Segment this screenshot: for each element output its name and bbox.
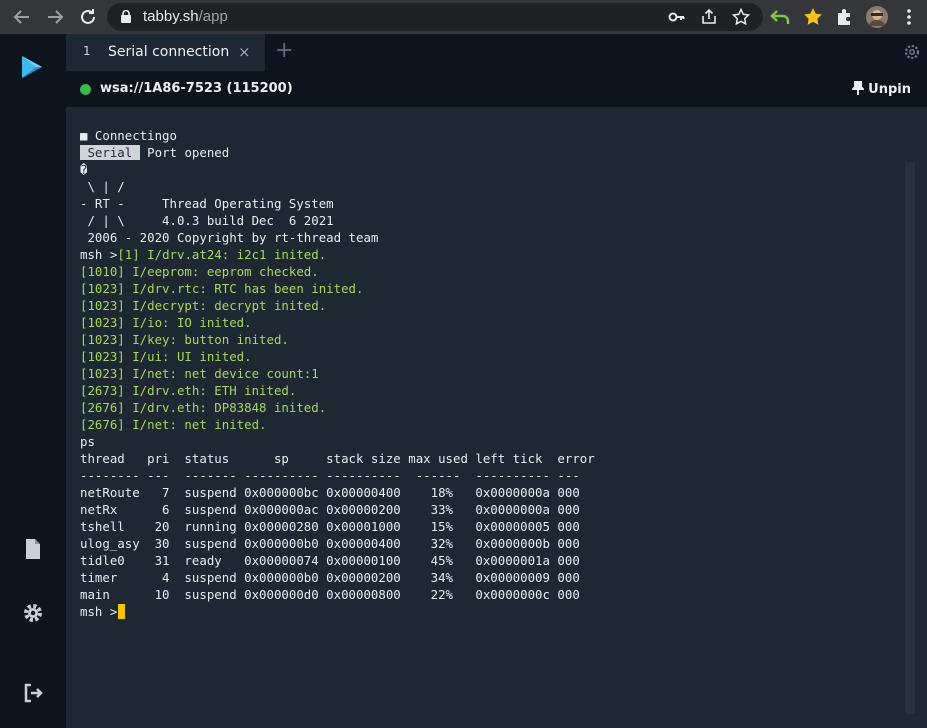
terminal-line: / | \ 4.0.3 build Dec 6 2021 bbox=[80, 212, 595, 229]
undo-extension-icon[interactable] bbox=[769, 5, 793, 29]
sign-out-icon[interactable] bbox=[21, 681, 45, 705]
serial-tag: Serial bbox=[80, 145, 140, 160]
key-icon[interactable] bbox=[667, 7, 687, 27]
menu-icon[interactable] bbox=[897, 5, 921, 29]
terminal-line: tidle0 31 ready 0x00000074 0x00000100 45… bbox=[80, 552, 595, 569]
terminal-line: thread pri status sp stack size max used… bbox=[80, 450, 595, 467]
terminal-text-segment: timer 4 suspend 0x000000b0 0x00000200 34… bbox=[80, 570, 580, 585]
terminal-line: msh > bbox=[80, 603, 595, 620]
terminal-output: ■ Connectingo Serial Port opened � \ | / -… bbox=[80, 127, 595, 620]
pin-icon bbox=[850, 81, 866, 95]
terminal-line: [1023] I/io: IO inited. bbox=[80, 314, 595, 331]
terminal-text-segment: msh > bbox=[80, 247, 118, 262]
terminal-line: main 10 suspend 0x000000d0 0x00000800 22… bbox=[80, 586, 595, 603]
lock-icon[interactable] bbox=[121, 10, 131, 23]
profile-avatar[interactable] bbox=[865, 5, 889, 29]
terminal-text-segment: tshell 20 running 0x00000280 0x00001000 … bbox=[80, 519, 580, 534]
forward-icon[interactable] bbox=[43, 5, 67, 29]
terminal-text-segment: -------- --- ------- ---------- --------… bbox=[80, 468, 580, 483]
tab-settings-icon[interactable] bbox=[903, 43, 921, 61]
file-icon[interactable] bbox=[21, 537, 45, 561]
terminal-text-segment: [1023] I/key: button inited. bbox=[80, 332, 289, 347]
tabby-app: 1 Serial connection × + wsa://1A86-7523 … bbox=[0, 34, 927, 728]
terminal-text-segment: main 10 suspend 0x000000d0 0x00000800 22… bbox=[80, 587, 580, 602]
connection-label: wsa://1A86-7523 (115200) bbox=[100, 81, 293, 96]
puzzle-icon[interactable] bbox=[833, 5, 857, 29]
terminal-scrollbar[interactable] bbox=[905, 162, 915, 714]
terminal-line: - RT - Thread Operating System bbox=[80, 195, 595, 212]
connection-status-dot bbox=[80, 84, 91, 95]
terminal-text-segment: - RT - Thread Operating System bbox=[80, 196, 334, 211]
terminal-line: timer 4 suspend 0x000000b0 0x00000200 34… bbox=[80, 569, 595, 586]
share-icon[interactable] bbox=[699, 7, 719, 27]
favorite-extension-icon[interactable] bbox=[801, 5, 825, 29]
sidebar bbox=[0, 34, 66, 728]
url-text: tabby.sh/app bbox=[143, 8, 228, 25]
terminal-line: ps bbox=[80, 433, 595, 450]
tabby-logo-icon[interactable] bbox=[18, 52, 48, 82]
tab-title: Serial connection bbox=[108, 44, 230, 60]
terminal-text-segment: tidle0 31 ready 0x00000074 0x00000100 45… bbox=[80, 553, 580, 568]
terminal[interactable]: ■ Connectingo Serial Port opened � \ | / -… bbox=[66, 107, 927, 728]
terminal-line: � bbox=[80, 161, 595, 178]
terminal-text-segment: [1023] I/net: net device count:1 bbox=[80, 366, 319, 381]
terminal-text-segment: netRx 6 suspend 0x000000ac 0x00000200 33… bbox=[80, 502, 580, 517]
terminal-text-segment: ■ Connectingo bbox=[80, 128, 177, 143]
tab-close-button[interactable]: × bbox=[238, 43, 251, 61]
terminal-text-segment: thread pri status sp stack size max used… bbox=[80, 451, 595, 466]
terminal-line: [2676] I/drv.eth: DP83848 inited. bbox=[80, 399, 595, 416]
terminal-line: msh >[1] I/drv.at24: i2c1 inited. bbox=[80, 246, 595, 263]
terminal-line: [1023] I/drv.rtc: RTC has been inited. bbox=[80, 280, 595, 297]
terminal-text-segment: Port opened bbox=[139, 145, 230, 160]
terminal-line: Serial Port opened bbox=[80, 144, 595, 161]
terminal-text-segment: [1023] I/ui: UI inited. bbox=[80, 349, 252, 364]
tab-bar: 1 Serial connection × + bbox=[66, 34, 927, 71]
back-icon[interactable] bbox=[10, 5, 34, 29]
terminal-line: [1010] I/eeprom: eeprom checked. bbox=[80, 263, 595, 280]
terminal-line: [1023] I/decrypt: decrypt inited. bbox=[80, 297, 595, 314]
terminal-line: \ | / bbox=[80, 178, 595, 195]
terminal-text-segment: [1010] I/eeprom: eeprom checked. bbox=[80, 264, 319, 279]
terminal-text-segment: ps bbox=[80, 434, 95, 449]
terminal-text-segment: msh > bbox=[80, 604, 118, 619]
terminal-text-segment: [2676] I/net: net inited. bbox=[80, 417, 267, 432]
terminal-line: [1023] I/key: button inited. bbox=[80, 331, 595, 348]
terminal-line: ulog_asy 30 suspend 0x000000b0 0x0000040… bbox=[80, 535, 595, 552]
unpin-label: Unpin bbox=[868, 82, 911, 97]
terminal-line: netRoute 7 suspend 0x000000bc 0x00000400… bbox=[80, 484, 595, 501]
address-bar[interactable]: tabby.sh/app bbox=[107, 3, 763, 31]
terminal-text-segment: [1] I/drv.at24: i2c1 inited. bbox=[117, 247, 327, 262]
terminal-text-segment: [1023] I/drv.rtc: RTC has been inited. bbox=[80, 281, 364, 296]
tab-number: 1 bbox=[83, 44, 91, 58]
terminal-text-segment: [2673] I/drv.eth: ETH inited. bbox=[80, 383, 297, 398]
terminal-text-segment: � bbox=[80, 162, 88, 177]
terminal-cursor bbox=[118, 604, 126, 619]
tab-serial-connection[interactable]: 1 Serial connection × bbox=[66, 34, 265, 71]
terminal-text-segment: [1023] I/io: IO inited. bbox=[80, 315, 252, 330]
terminal-text-segment: [2676] I/drv.eth: DP83848 inited. bbox=[80, 400, 327, 415]
terminal-text-segment: netRoute 7 suspend 0x000000bc 0x00000400… bbox=[80, 485, 580, 500]
terminal-text-segment: ulog_asy 30 suspend 0x000000b0 0x0000040… bbox=[80, 536, 580, 551]
star-icon[interactable] bbox=[731, 7, 751, 27]
reload-icon[interactable] bbox=[76, 5, 100, 29]
browser-toolbar: tabby.sh/app bbox=[0, 0, 927, 34]
unpin-button[interactable]: Unpin bbox=[850, 81, 911, 97]
terminal-text-segment: [1023] I/decrypt: decrypt inited. bbox=[80, 298, 327, 313]
connection-bar: wsa://1A86-7523 (115200) Unpin bbox=[66, 71, 927, 107]
terminal-line: ■ Connectingo bbox=[80, 127, 595, 144]
terminal-line: [1023] I/ui: UI inited. bbox=[80, 348, 595, 365]
terminal-line: netRx 6 suspend 0x000000ac 0x00000200 33… bbox=[80, 501, 595, 518]
terminal-line: [2676] I/net: net inited. bbox=[80, 416, 595, 433]
terminal-line: 2006 - 2020 Copyright by rt-thread team bbox=[80, 229, 595, 246]
settings-gear-icon[interactable] bbox=[21, 601, 45, 625]
terminal-line: tshell 20 running 0x00000280 0x00001000 … bbox=[80, 518, 595, 535]
terminal-line: -------- --- ------- ---------- --------… bbox=[80, 467, 595, 484]
terminal-line: [1023] I/net: net device count:1 bbox=[80, 365, 595, 382]
terminal-line: [2673] I/drv.eth: ETH inited. bbox=[80, 382, 595, 399]
terminal-text-segment: / | \ 4.0.3 build Dec 6 2021 bbox=[80, 213, 334, 228]
terminal-text-segment: \ | / bbox=[80, 179, 125, 194]
terminal-text-segment: 2006 - 2020 Copyright by rt-thread team bbox=[80, 230, 379, 245]
new-tab-button[interactable]: + bbox=[275, 39, 293, 63]
